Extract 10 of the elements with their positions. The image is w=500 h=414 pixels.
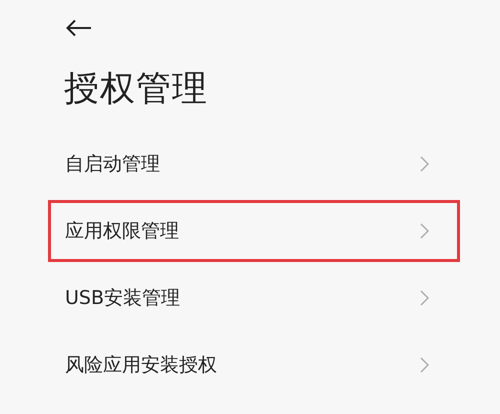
chevron-icon (420, 156, 429, 172)
settings-item[interactable]: 自启动管理 (48, 133, 460, 195)
page-title: 授权管理 (63, 68, 209, 111)
chevron-icon (420, 290, 429, 306)
settings-item[interactable]: 风险应用安装授权 (48, 334, 460, 396)
chevron-icon (420, 223, 429, 239)
settings-item[interactable]: 应用权限管理 (48, 200, 460, 262)
back-arrow-icon[interactable] (66, 19, 92, 37)
settings-item[interactable]: USB安装管理 (48, 267, 460, 329)
chevron-icon (420, 357, 429, 373)
